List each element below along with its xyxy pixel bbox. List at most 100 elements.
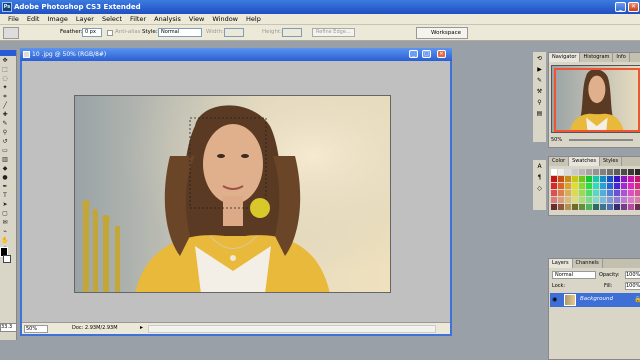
color-swatch[interactable] — [600, 190, 606, 196]
document-title-bar[interactable]: 10 .jpg @ 50% (RGB/8#) _ □ ✕ — [20, 48, 452, 61]
tab-navigator[interactable]: Navigator — [549, 53, 581, 62]
color-swatch[interactable] — [565, 190, 571, 196]
width-input[interactable] — [224, 28, 244, 37]
color-swatch[interactable] — [558, 169, 564, 175]
color-swatch[interactable] — [607, 176, 613, 182]
color-swatch[interactable] — [572, 183, 578, 189]
history-panel-icon[interactable]: ⟲ — [535, 54, 544, 63]
tab-layers[interactable]: Layers — [549, 259, 573, 268]
pen-tool-icon[interactable]: ✒ — [1, 183, 9, 191]
color-swatch[interactable] — [572, 176, 578, 182]
menu-layer[interactable]: Layer — [72, 14, 98, 25]
height-input[interactable] — [282, 28, 302, 37]
color-swatch[interactable] — [614, 197, 620, 203]
hand-tool-icon[interactable]: ✋ — [1, 237, 9, 245]
blend-mode-select[interactable]: Normal — [552, 271, 596, 279]
color-swatch[interactable] — [628, 197, 634, 203]
color-swatch[interactable] — [558, 183, 564, 189]
color-swatch[interactable] — [565, 176, 571, 182]
dodge-tool-icon[interactable]: ● — [1, 174, 9, 182]
magic-wand-tool-icon[interactable]: ✦ — [1, 84, 9, 92]
color-swatch[interactable] — [558, 204, 564, 210]
crop-tool-icon[interactable]: ⌗ — [1, 93, 9, 101]
minimize-button[interactable]: _ — [615, 2, 626, 12]
color-swatch[interactable] — [551, 176, 557, 182]
shape-tool-icon[interactable]: ▢ — [1, 210, 9, 218]
color-swatch[interactable] — [558, 190, 564, 196]
tool-presets-icon[interactable]: ⚒ — [535, 87, 544, 96]
color-swatch[interactable] — [635, 204, 640, 210]
color-swatch[interactable] — [565, 183, 571, 189]
navigator-zoom-slider[interactable] — [569, 139, 633, 141]
color-swatch[interactable] — [593, 183, 599, 189]
color-swatch[interactable] — [593, 204, 599, 210]
blur-tool-icon[interactable]: ◆ — [1, 165, 9, 173]
marquee-tool-icon[interactable]: ⬚ — [1, 66, 9, 74]
status-menu-arrow-icon[interactable]: ▸ — [140, 324, 143, 331]
tab-styles[interactable]: Styles — [599, 157, 623, 166]
color-swatch[interactable] — [551, 190, 557, 196]
color-swatch[interactable] — [593, 169, 599, 175]
tab-histogram[interactable]: Histogram — [580, 53, 614, 62]
color-swatch[interactable] — [551, 197, 557, 203]
color-swatch[interactable] — [628, 183, 634, 189]
photo-image[interactable] — [74, 95, 391, 293]
brush-tool-icon[interactable]: ✎ — [1, 120, 9, 128]
color-swatch[interactable] — [607, 183, 613, 189]
move-tool-icon[interactable]: ✥ — [1, 57, 9, 65]
clone-source-icon[interactable]: ⚲ — [535, 98, 544, 107]
color-swatch[interactable] — [614, 183, 620, 189]
color-swatch[interactable] — [607, 169, 613, 175]
color-swatch[interactable] — [600, 197, 606, 203]
menu-window[interactable]: Window — [208, 14, 242, 25]
layer-row-background[interactable]: ◉ Background 🔒 — [550, 293, 640, 307]
color-swatch[interactable] — [635, 169, 640, 175]
color-swatch[interactable] — [600, 183, 606, 189]
doc-maximize-button[interactable]: □ — [422, 50, 431, 58]
menu-filter[interactable]: Filter — [126, 14, 150, 25]
color-swatch[interactable] — [551, 169, 557, 175]
background-color-swatch[interactable] — [3, 255, 11, 263]
antialias-checkbox[interactable] — [107, 30, 113, 36]
eyedropper-tool-icon[interactable]: ⌁ — [1, 228, 9, 236]
comps-panel-icon[interactable]: ▤ — [535, 109, 544, 118]
color-swatch[interactable] — [593, 176, 599, 182]
color-swatch[interactable] — [579, 190, 585, 196]
actions-panel-icon[interactable]: ▶ — [535, 65, 544, 74]
healing-brush-tool-icon[interactable]: ✚ — [1, 111, 9, 119]
color-swatch[interactable] — [572, 197, 578, 203]
color-swatch[interactable] — [628, 169, 634, 175]
tab-swatches[interactable]: Swatches — [569, 157, 600, 166]
menu-select[interactable]: Select — [98, 14, 126, 25]
color-swatch[interactable] — [579, 197, 585, 203]
color-swatch[interactable] — [614, 176, 620, 182]
document-zoom-field[interactable]: 50% — [24, 325, 48, 333]
menu-analysis[interactable]: Analysis — [150, 14, 185, 25]
history-brush-tool-icon[interactable]: ↺ — [1, 138, 9, 146]
path-selection-tool-icon[interactable]: ➤ — [1, 201, 9, 209]
color-swatch[interactable] — [635, 190, 640, 196]
refine-edge-button[interactable]: Refine Edge... — [312, 28, 355, 37]
color-swatch[interactable] — [607, 197, 613, 203]
menu-help[interactable]: Help — [242, 14, 265, 25]
color-swatch[interactable] — [614, 190, 620, 196]
notes-tool-icon[interactable]: ✉ — [1, 219, 9, 227]
horizontal-scrollbar[interactable] — [148, 325, 436, 333]
color-swatch[interactable] — [628, 190, 634, 196]
workspace-button[interactable]: Workspace — [416, 27, 468, 39]
color-swatch[interactable] — [635, 176, 640, 182]
color-swatch[interactable] — [579, 183, 585, 189]
slice-tool-icon[interactable]: ╱ — [1, 102, 9, 110]
color-swatch[interactable] — [621, 190, 627, 196]
clone-stamp-tool-icon[interactable]: ⚲ — [1, 129, 9, 137]
doc-minimize-button[interactable]: _ — [409, 50, 418, 58]
color-swatch[interactable] — [621, 183, 627, 189]
color-swatch[interactable] — [600, 169, 606, 175]
paths-panel-icon[interactable]: ◇ — [535, 184, 544, 193]
tool-preset-picker[interactable] — [3, 27, 19, 39]
opacity-input[interactable]: 100% — [625, 271, 640, 279]
canvas-area[interactable] — [22, 61, 450, 322]
color-swatch[interactable] — [586, 204, 592, 210]
close-button[interactable]: ✕ — [628, 2, 639, 12]
color-swatch[interactable] — [572, 190, 578, 196]
